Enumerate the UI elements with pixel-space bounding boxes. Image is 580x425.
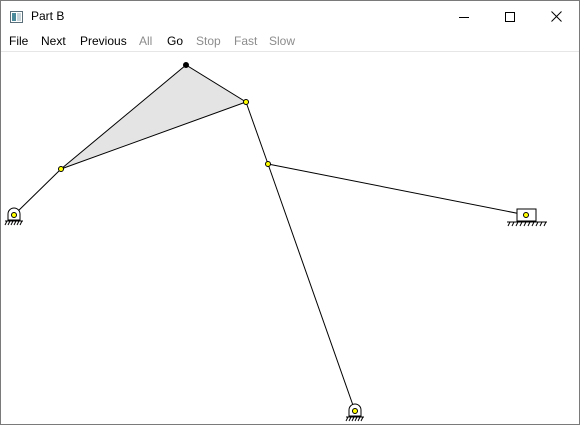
rocker-link-bottom xyxy=(267,163,356,412)
coupler-point[interactable] xyxy=(183,62,189,68)
joint-crank-coupler[interactable] xyxy=(58,166,64,172)
link-to-slider xyxy=(267,163,527,216)
crank-link-left xyxy=(13,168,62,216)
joint-slider[interactable] xyxy=(523,212,529,218)
mechanism-canvas xyxy=(4,62,547,422)
joint-rocker-middle[interactable] xyxy=(265,161,271,167)
app-window: Part B File Next Previous All Go Stop Fa… xyxy=(0,0,580,425)
joint-coupler-right[interactable] xyxy=(243,99,249,105)
coupler-triangle xyxy=(60,64,248,170)
joint-ground-bottom[interactable] xyxy=(352,408,358,414)
joint-ground-left[interactable] xyxy=(11,212,17,218)
link-upper-rocker xyxy=(245,101,269,165)
